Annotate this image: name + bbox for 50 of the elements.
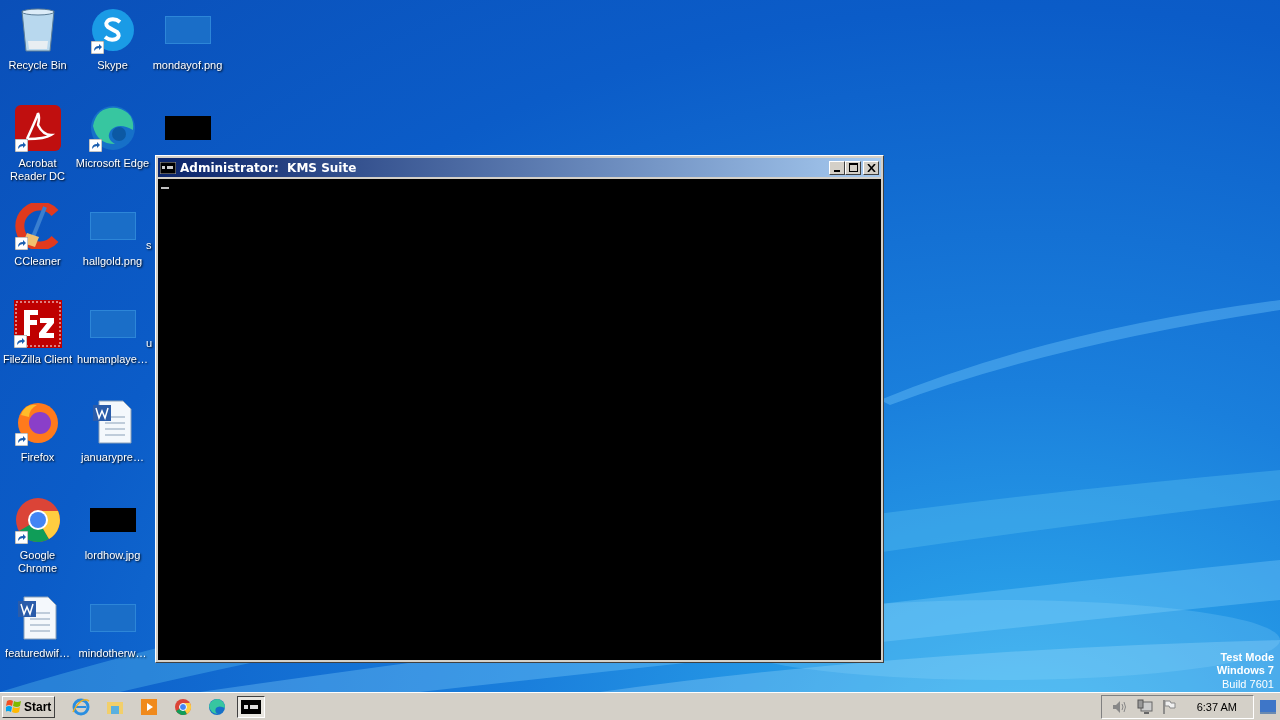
desktop-icon-label[interactable]: januarypre… (81, 451, 144, 464)
minimize-icon (834, 169, 840, 172)
desktop-icon-label[interactable]: s (146, 239, 152, 252)
close-icon (866, 163, 876, 172)
desktop-icon-label[interactable]: Recycle Bin (8, 59, 67, 72)
os-watermark-text: Build 7601 (1222, 677, 1274, 691)
desktop-icon-label[interactable]: Acrobat Reader DC (6, 157, 69, 183)
desktop-icon-label[interactable]: Firefox (20, 451, 55, 464)
image-thumbnail-icon[interactable] (89, 604, 136, 632)
desktop-icon-label[interactable]: hallgold.png (82, 255, 143, 268)
broom-c-icon[interactable] (14, 203, 61, 249)
text-cursor (161, 187, 169, 189)
image-thumbnail-icon[interactable] (89, 508, 136, 532)
desktop-icon-label[interactable]: FileZilla Client (2, 353, 73, 366)
desktop-icon-label[interactable]: CCleaner (14, 255, 61, 268)
image-thumbnail-icon[interactable] (164, 116, 211, 140)
word-document-icon[interactable] (17, 595, 58, 641)
console-icon[interactable] (237, 695, 266, 718)
pdf-app-icon[interactable] (14, 105, 61, 151)
close-button[interactable] (863, 160, 879, 175)
image-thumbnail-icon[interactable] (89, 212, 136, 240)
flag-icon[interactable] (1161, 698, 1176, 715)
edge-icon[interactable] (88, 104, 137, 152)
desktop-icon-label[interactable]: Google Chrome (6, 549, 69, 575)
desktop-icon-label[interactable]: Skype (97, 59, 128, 72)
clock[interactable]: 6:37 AM (1196, 700, 1237, 713)
desktop-icon-label[interactable]: featuredwif… (5, 647, 70, 660)
desktop-icon-label[interactable]: u (146, 337, 153, 350)
maximize-button[interactable] (845, 160, 861, 175)
desktop-icon-label[interactable]: mindotherw… (78, 647, 147, 660)
word-document-icon[interactable] (92, 399, 133, 445)
desktop-icon-label[interactable]: Microsoft Edge (75, 157, 150, 170)
desktop-icon-label[interactable]: lordhow.jpg (84, 549, 141, 562)
desktop-icon-label[interactable]: humanplaye… (77, 353, 148, 366)
image-thumbnail-icon[interactable] (164, 16, 211, 44)
volume-icon[interactable] (1111, 699, 1128, 714)
skype-icon[interactable] (90, 8, 135, 52)
network-icon[interactable] (1136, 698, 1153, 715)
filezilla-icon[interactable] (13, 300, 62, 348)
console-icon (160, 161, 176, 174)
desktop-icon-label[interactable]: mondayof.png (152, 59, 223, 72)
chrome-icon[interactable] (14, 497, 61, 543)
image-thumbnail-icon[interactable] (89, 310, 136, 338)
minimize-button[interactable] (829, 160, 845, 175)
os-watermark-text: Windows 7 (1216, 664, 1274, 678)
window-title: Administrator: KMS Suite (180, 160, 357, 175)
maximize-icon (848, 163, 858, 172)
windows-logo-icon (6, 699, 22, 714)
start-button[interactable]: Start (2, 695, 56, 718)
os-watermark-text: Test Mode (1220, 650, 1274, 664)
